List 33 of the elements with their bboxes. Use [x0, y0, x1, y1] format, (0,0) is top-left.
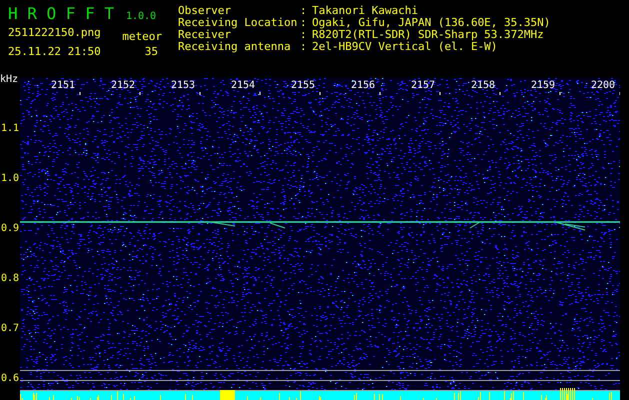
- info-value: Ogaki, Gifu, JAPAN (136.60E, 35.35N): [312, 17, 550, 29]
- info-value: R820T2(RTL-SDR) SDR-Sharp 53.372MHz: [312, 29, 544, 41]
- info-value: 2el-HB9CV Vertical (el. E-W): [312, 41, 498, 53]
- frequency-label: 0.7: [1, 324, 20, 334]
- info-label: Receiving Location: [178, 17, 298, 29]
- frequency-label: 0.9: [1, 224, 20, 234]
- info-separator: :: [300, 41, 308, 53]
- frequency-label: 1.1: [1, 124, 20, 134]
- time-label: 2153: [171, 81, 196, 91]
- info-label: Receiver: [178, 29, 231, 41]
- axis-unit: kHz: [0, 74, 18, 86]
- app-title: H R O F F T: [8, 5, 114, 23]
- time-label: 2152: [111, 81, 136, 91]
- time-label: 2200: [591, 81, 616, 91]
- time-label: 2159: [531, 81, 556, 91]
- meteor-count: 35: [144, 46, 158, 58]
- date-time: 25.11.22 21:50: [8, 46, 101, 58]
- info-separator: :: [300, 17, 308, 29]
- info-separator: :: [300, 5, 308, 17]
- info-separator: :: [300, 29, 308, 41]
- frequency-label: 1.0: [1, 174, 20, 184]
- info-label: Observer: [178, 5, 232, 17]
- time-label: 2151: [51, 81, 76, 91]
- info-label: Receiving antenna: [178, 41, 292, 53]
- file-name: 2511222150.png: [8, 27, 101, 41]
- frequency-label: 0.6: [1, 374, 20, 384]
- time-label: 2158: [471, 81, 496, 91]
- time-label: 2155: [291, 81, 316, 91]
- info-value: Takanori Kawachi: [312, 5, 418, 17]
- time-label: 2154: [231, 81, 256, 91]
- frequency-label: 0.8: [1, 274, 20, 284]
- count-label: meteor: [122, 31, 162, 43]
- app-version: 1.0.0: [126, 11, 156, 23]
